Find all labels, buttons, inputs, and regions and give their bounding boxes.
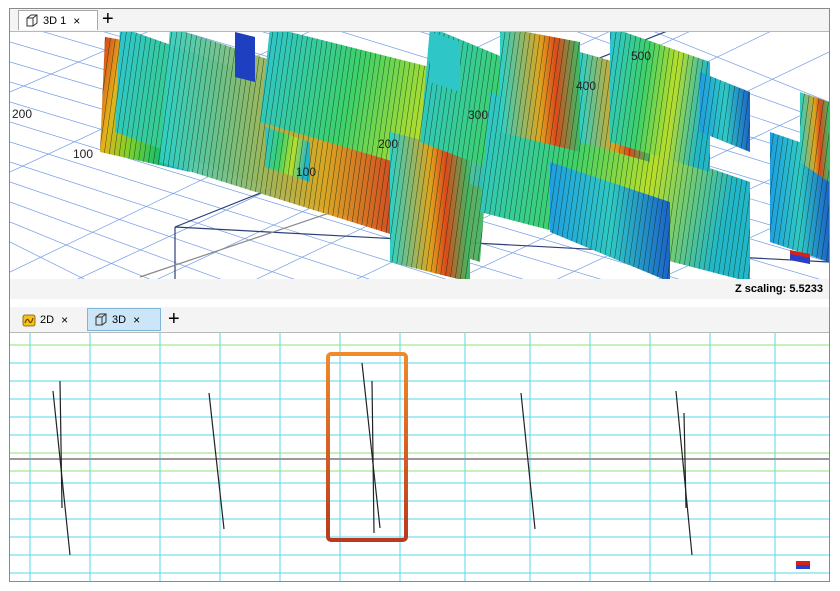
plan-viewport[interactable] (10, 333, 829, 581)
cube-icon (95, 313, 107, 325)
tab-label: 2D (40, 314, 55, 326)
close-icon[interactable]: × (61, 313, 68, 327)
axis-label: 400 (576, 79, 596, 93)
add-tab-button[interactable]: + (168, 309, 180, 329)
axis-label: 100 (296, 165, 316, 179)
plan-scene (10, 333, 829, 581)
3d-viewport[interactable]: 200 100 200 100 300 400 500 (10, 32, 829, 279)
tab-label: 3D (112, 313, 127, 326)
cube-icon (26, 14, 38, 26)
marker-icon (796, 561, 810, 569)
axis-label: 200 (378, 137, 398, 151)
status-bar: Z scaling: 5.5233 (10, 279, 829, 299)
plan-grid (10, 333, 829, 581)
axis-label: 200 (12, 107, 32, 121)
main-window: 3D 1 × + 200 100 200 100 300 400 500 Z s… (9, 8, 830, 582)
plan-grid-green (10, 344, 829, 472)
close-icon[interactable]: × (73, 14, 80, 28)
tab-label: 3D 1 (43, 14, 67, 27)
bottom-tab-bar: 2D × 3D × + (10, 307, 829, 333)
tab-2d[interactable]: 2D × (16, 310, 80, 330)
axis-label: 100 (73, 147, 93, 161)
tab-3d[interactable]: 3D × (87, 308, 161, 331)
tab-3d-1[interactable]: 3D 1 × (18, 10, 98, 30)
map-2d-icon (22, 314, 36, 327)
section-panels (100, 32, 829, 279)
z-scaling-readout: Z scaling: 5.5233 (734, 283, 823, 295)
axis-label: 300 (468, 108, 488, 122)
3d-scene: 200 100 200 100 300 400 500 (10, 32, 829, 279)
add-tab-button[interactable]: + (102, 9, 114, 29)
axis-label: 500 (631, 49, 651, 63)
top-tab-bar: 3D 1 × + (10, 9, 829, 32)
close-icon[interactable]: × (133, 313, 140, 327)
